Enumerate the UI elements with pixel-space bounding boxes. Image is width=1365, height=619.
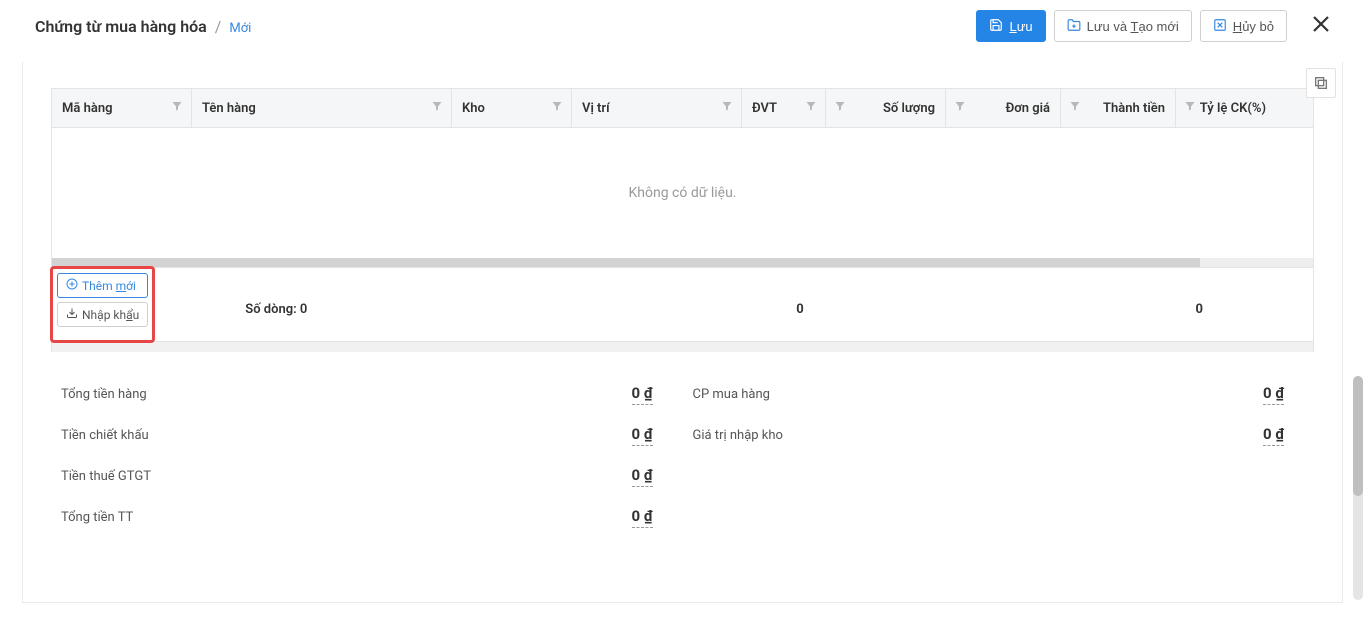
- row-tien-thue-gtgt: Tiền thuế GTGT 0 ₫: [61, 456, 653, 497]
- tot-value: 0 ₫: [1263, 384, 1284, 405]
- tot-label: Giá trị nhập kho: [693, 428, 783, 443]
- col-label: Đơn giá: [1006, 101, 1050, 116]
- sum-thanhtien: 0: [924, 268, 1313, 341]
- cancel-button[interactable]: Hủy bỏ: [1200, 10, 1287, 42]
- close-button[interactable]: [1305, 12, 1337, 41]
- tot-label: Tiền thuế GTGT: [61, 469, 151, 484]
- filter-icon[interactable]: [834, 100, 846, 116]
- filter-icon[interactable]: [954, 100, 966, 116]
- col-header-kho[interactable]: Kho: [452, 89, 572, 127]
- add-new-label: Thêm mới: [82, 279, 136, 293]
- col-header-tyleck[interactable]: Tỷ lệ CK(%): [1176, 89, 1276, 127]
- record-status: Mới: [229, 21, 251, 36]
- row-gia-tri-nhap-kho: Giá trị nhập kho 0 ₫: [693, 415, 1285, 456]
- filter-icon[interactable]: [171, 100, 183, 116]
- tot-value: 0 ₫: [632, 466, 653, 487]
- tot-label: Tiền chiết khấu: [61, 428, 149, 443]
- page-title: Chứng từ mua hàng hóa: [35, 17, 207, 36]
- row-count: Số dòng: 0: [155, 268, 524, 341]
- filter-icon[interactable]: [1184, 100, 1196, 116]
- cancel-icon: [1213, 18, 1227, 35]
- totals-section: Tổng tiền hàng 0 ₫ Tiền chiết khấu 0 ₫ T…: [51, 352, 1314, 558]
- top-bar: Chứng từ mua hàng hóa / Mới Lưu Lưu và T…: [0, 0, 1365, 62]
- save-button[interactable]: Lưu: [976, 10, 1045, 42]
- grid-wrap: Mã hàng Tên hàng Kho Vị trí: [23, 62, 1342, 558]
- col-header-dvt[interactable]: ĐVT: [742, 89, 826, 127]
- grid-empty-text: Không có dữ liệu.: [628, 185, 736, 201]
- save-icon: [989, 18, 1003, 35]
- filter-icon[interactable]: [431, 100, 443, 116]
- folder-plus-icon: [1067, 18, 1081, 35]
- sum-soluong: 0: [525, 268, 924, 341]
- save-and-new-button[interactable]: Lưu và Tạo mới: [1054, 10, 1192, 42]
- import-icon: [66, 307, 78, 322]
- tot-label: Tổng tiền TT: [61, 510, 133, 525]
- section-gap: [51, 342, 1314, 352]
- col-label: ĐVT: [752, 101, 777, 116]
- add-new-button[interactable]: Thêm mới: [57, 273, 148, 298]
- col-header-vitri[interactable]: Vị trí: [572, 89, 742, 127]
- breadcrumb: Chứng từ mua hàng hóa / Mới: [35, 17, 251, 36]
- totals-right-col: CP mua hàng 0 ₫ Giá trị nhập kho 0 ₫: [693, 374, 1285, 538]
- grid-hscrollbar[interactable]: [51, 258, 1314, 268]
- tot-value: 0 ₫: [632, 507, 653, 528]
- row-cp-mua-hang: CP mua hàng 0 ₫: [693, 374, 1285, 415]
- page-vscrollbar[interactable]: [1353, 376, 1363, 600]
- save-button-label: Lưu: [1009, 19, 1032, 34]
- col-header-mahang[interactable]: Mã hàng: [52, 89, 192, 127]
- col-label: Thành tiền: [1103, 101, 1165, 116]
- expand-grid-button[interactable]: [1306, 68, 1336, 98]
- filter-icon[interactable]: [551, 100, 563, 116]
- plus-circle-icon: [66, 278, 78, 293]
- totals-left-col: Tổng tiền hàng 0 ₫ Tiền chiết khấu 0 ₫ T…: [61, 374, 653, 538]
- col-header-soluong[interactable]: Số lượng: [826, 89, 946, 127]
- filter-icon[interactable]: [1069, 100, 1081, 116]
- import-button[interactable]: Nhập khẩu: [57, 302, 148, 327]
- col-label: Số lượng: [883, 101, 935, 116]
- tot-value: 0 ₫: [632, 384, 653, 405]
- col-label: Kho: [462, 101, 485, 116]
- grid-body: Không có dữ liệu.: [51, 128, 1314, 258]
- page-vscrollbar-thumb[interactable]: [1353, 376, 1363, 496]
- tot-label: CP mua hàng: [693, 387, 770, 402]
- tot-value: 0 ₫: [1263, 425, 1284, 446]
- grid-footer-row: Thêm mới Nhập khẩu Số dòng: 0 0 0: [51, 268, 1314, 342]
- col-header-tenhang[interactable]: Tên hàng: [192, 89, 452, 127]
- tot-value: 0 ₫: [632, 425, 653, 446]
- tot-label: Tổng tiền hàng: [61, 387, 147, 402]
- col-label: Mã hàng: [62, 101, 112, 116]
- col-label: Tỷ lệ CK(%): [1200, 101, 1266, 116]
- col-header-dongia[interactable]: Đơn giá: [946, 89, 1061, 127]
- breadcrumb-sep: /: [215, 17, 222, 36]
- row-tien-chiet-khau: Tiền chiết khấu 0 ₫: [61, 415, 653, 456]
- top-actions: Lưu Lưu và Tạo mới Hủy bỏ: [976, 10, 1337, 42]
- col-header-thanhtien[interactable]: Thành tiền: [1061, 89, 1176, 127]
- filter-icon[interactable]: [805, 100, 817, 116]
- cancel-button-label: Hủy bỏ: [1233, 19, 1274, 34]
- content-card: Mã hàng Tên hàng Kho Vị trí: [22, 62, 1343, 603]
- row-tong-tien-tt: Tổng tiền TT 0 ₫: [61, 497, 653, 538]
- save-and-new-label: Lưu và Tạo mới: [1087, 19, 1179, 34]
- col-label: Tên hàng: [202, 101, 256, 116]
- col-label: Vị trí: [582, 101, 610, 116]
- grid-hscrollbar-thumb[interactable]: [52, 258, 1200, 267]
- grid-header: Mã hàng Tên hàng Kho Vị trí: [51, 88, 1314, 128]
- import-label: Nhập khẩu: [82, 308, 139, 322]
- action-highlight-box: Thêm mới Nhập khẩu: [50, 266, 155, 343]
- filter-icon[interactable]: [721, 100, 733, 116]
- card-scroll-host: Mã hàng Tên hàng Kho Vị trí: [23, 62, 1342, 602]
- row-tong-tien-hang: Tổng tiền hàng 0 ₫: [61, 374, 653, 415]
- page-root: Chứng từ mua hàng hóa / Mới Lưu Lưu và T…: [0, 0, 1365, 619]
